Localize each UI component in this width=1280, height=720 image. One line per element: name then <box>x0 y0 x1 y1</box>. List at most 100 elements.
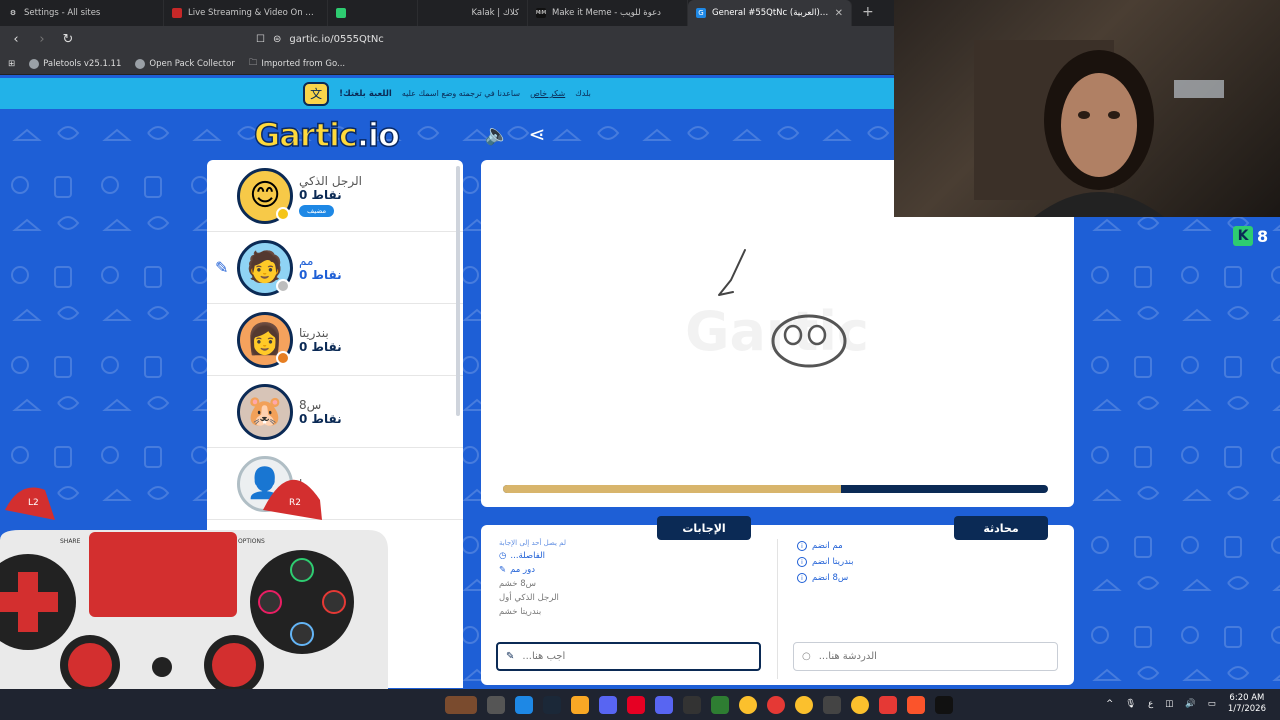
chat-title: محادثة <box>954 516 1048 540</box>
chrome-icon[interactable] <box>851 695 869 714</box>
list-item: i مم انضم <box>797 541 1057 551</box>
webcam-feed <box>974 40 1224 217</box>
steam-icon[interactable] <box>543 695 561 714</box>
app-icon[interactable] <box>515 695 533 714</box>
gear-icon: ⚙ <box>9 9 17 17</box>
player-name: الرجل الذكي <box>299 174 362 188</box>
tab-discord[interactable] <box>328 0 418 26</box>
answers-log: لم يصل أحد إلى الإجابة ◷ ...الفاصلة ✎ دور … <box>499 539 759 639</box>
youtube-icon[interactable] <box>879 695 897 714</box>
player-name: بندريتا <box>299 325 329 340</box>
forward-button[interactable]: › <box>34 32 50 47</box>
share-icon[interactable]: ⋖ <box>524 121 550 147</box>
site-info-icon[interactable]: ⊜ <box>273 34 281 45</box>
player-row[interactable]: 😊 الرجل الذكي 0 نقاط مضيف <box>207 160 463 232</box>
chat-log: i مم انضم i بندريتا انضم i س8 انضم <box>797 541 1057 583</box>
panel-divider <box>777 539 778 679</box>
player-points: 0 نقاط <box>299 339 342 354</box>
player-name: س8 <box>299 397 322 412</box>
bookmark-imported[interactable]: 🗀 Imported from Go... <box>249 57 345 71</box>
chat-panel: الإجابات محادثة لم يصل أحد إلى الإجابة ◷… <box>481 516 1074 685</box>
round-timer-fill <box>503 485 841 493</box>
l2-label: L2 <box>28 498 39 508</box>
new-tab-button[interactable]: + <box>852 0 884 26</box>
url-field[interactable]: ☐ ⊜ gartic.io/0555QtNc <box>256 34 384 45</box>
info-icon: i <box>797 541 807 551</box>
chat-input-box[interactable]: ○ <box>793 642 1058 671</box>
translate-icon: 文 <box>303 81 330 106</box>
list-item: i بندريتا انضم <box>797 557 1057 567</box>
answer-input[interactable] <box>522 651 703 662</box>
player-row[interactable]: 🐹 س8 0 نقاط <box>207 376 463 448</box>
app-icon[interactable] <box>445 695 477 714</box>
controller-overlay: L2 R2 SHARE OPTIONS <box>0 460 388 720</box>
pinterest-icon[interactable] <box>627 695 645 714</box>
apps-icon[interactable]: ⊞ <box>8 59 15 69</box>
status-dot <box>276 279 290 293</box>
brave-icon[interactable] <box>907 695 925 714</box>
player-row[interactable]: ✎ 🧑 مم 0 نقاط <box>207 232 463 304</box>
options-label: OPTIONS <box>238 538 265 545</box>
chat-input[interactable] <box>818 651 999 662</box>
player-row[interactable]: 👩 بندريتا 0 نقاط <box>207 304 463 376</box>
translation-banner[interactable]: 文 !اللعبة بلغتك ساعدنا في ترجمته وضع اسم… <box>0 78 894 109</box>
clock-icon: ◷ <box>499 551 507 561</box>
app-icon[interactable] <box>711 695 729 714</box>
r2-label: R2 <box>289 498 301 508</box>
folder-icon[interactable] <box>571 695 589 714</box>
mim-icon: MiM <box>535 8 547 18</box>
browser-tabbar: ⚙ Settings - All sites Live Streaming & V… <box>0 0 894 26</box>
bookmark-icon[interactable]: ☐ <box>256 34 265 45</box>
settings-icon[interactable] <box>823 695 841 714</box>
tab-kalak[interactable]: Kalak | كلاك <box>418 0 528 26</box>
volume-icon[interactable]: 🔊 <box>1185 699 1196 709</box>
chevron-up-icon[interactable]: ^ <box>1106 699 1113 709</box>
banner-suffix: بلدك <box>575 89 591 98</box>
task-view-icon[interactable] <box>487 695 505 714</box>
answer-input-box[interactable]: ✎ <box>496 642 761 671</box>
status-dot <box>276 207 290 221</box>
list-item: i س8 انضم <box>797 573 1057 583</box>
clock[interactable]: 6:20 AM 1/7/2026 <box>1228 693 1266 715</box>
chrome-icon[interactable] <box>795 695 813 714</box>
microphone-icon[interactable]: 🎙 <box>1125 699 1136 709</box>
gartic-logo: Gartic.io <box>253 115 400 155</box>
drawn-stroke <box>718 249 746 296</box>
status-dot <box>276 351 290 365</box>
tab-settings[interactable]: ⚙ Settings - All sites <box>0 0 164 26</box>
reload-button[interactable]: ↻ <box>60 32 76 47</box>
info-icon: i <box>797 557 807 567</box>
folder-icon: 🗀 <box>248 57 258 68</box>
bookmark-open-pack[interactable]: Open Pack Collector <box>135 58 235 69</box>
battery-icon[interactable]: ▭ <box>1208 699 1216 709</box>
network-icon[interactable]: ◫ <box>1165 699 1173 709</box>
obs-icon[interactable] <box>683 695 701 714</box>
close-tab-icon[interactable]: ✕ <box>835 8 843 19</box>
tab-streaming[interactable]: Live Streaming & Video On Demand <box>164 0 328 26</box>
pencil-icon: ✎ <box>215 258 229 277</box>
language-indicator[interactable]: ع <box>1148 699 1153 709</box>
tab-make-it-meme[interactable]: MiM Make it Meme - دعوة للويب <box>528 0 688 26</box>
gartic-icon: G <box>696 8 706 18</box>
banner-link[interactable]: شكر خاص <box>530 89 565 98</box>
kalak-score-badge: K8 <box>1233 226 1268 246</box>
taskbar: ^ 🎙 ع ◫ 🔊 ▭ 6:20 AM 1/7/2026 <box>0 689 1280 720</box>
info-icon: i <box>797 573 807 583</box>
app-icon[interactable] <box>767 695 785 714</box>
list-item: الرجل الذكي أول <box>499 593 559 603</box>
list-item: بندريتا خشم <box>499 607 542 617</box>
bookmark-paletools[interactable]: Paletools v25.1.11 <box>29 58 121 69</box>
tab-gartic[interactable]: GGeneral #55QtNc (العربية) - Gartic✕ <box>688 0 852 26</box>
chrome-icon[interactable] <box>739 695 757 714</box>
list-item: ✎ دور مم <box>499 565 536 575</box>
pencil-icon: ✎ <box>499 565 507 575</box>
discord-icon[interactable] <box>599 695 617 714</box>
players-scrollbar[interactable] <box>456 166 460 416</box>
paletools-icon <box>29 58 40 69</box>
player-points: 0 نقاط <box>299 188 342 202</box>
taskbar-apps <box>440 695 958 714</box>
back-button[interactable]: ‹ <box>8 32 24 47</box>
discord-icon[interactable] <box>655 695 673 714</box>
capcut-icon[interactable] <box>935 695 953 714</box>
sound-icon[interactable]: 🔈 <box>484 121 510 147</box>
